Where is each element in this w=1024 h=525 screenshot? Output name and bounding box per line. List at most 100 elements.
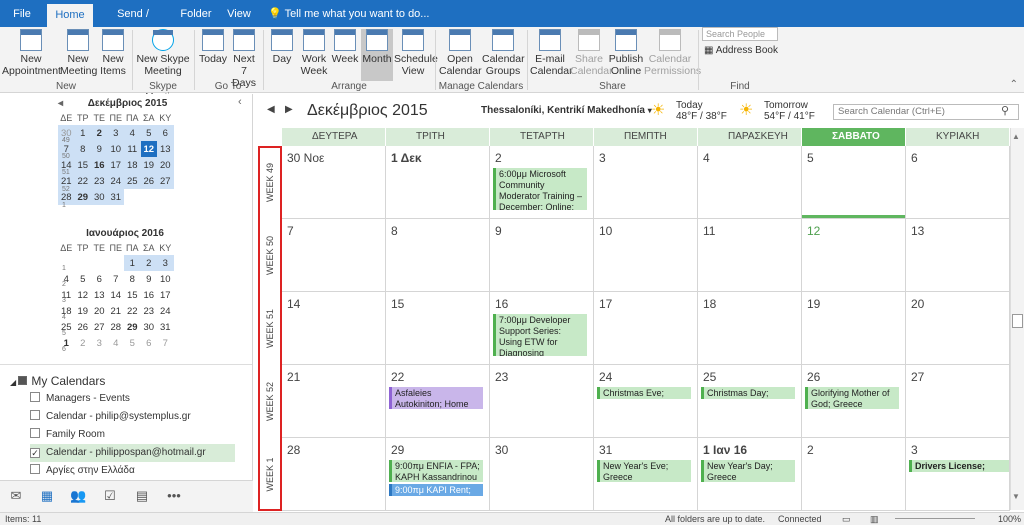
calendar-event[interactable]: Christmas Eve; Greece bbox=[597, 387, 691, 399]
search-people-input[interactable]: Search People bbox=[702, 27, 778, 41]
new-appointment-button[interactable]: New Appointment bbox=[2, 29, 61, 81]
day-cell[interactable]: 28 bbox=[282, 438, 386, 511]
work-week-view-button[interactable]: Work Week bbox=[298, 29, 330, 81]
zoom-slider[interactable] bbox=[895, 518, 975, 519]
normal-view-icon[interactable]: ▭ bbox=[842, 513, 851, 525]
calendar-event[interactable]: Christmas Day; Greece bbox=[701, 387, 795, 399]
day-cell[interactable]: 15 bbox=[386, 292, 490, 365]
month-view-button[interactable]: Month bbox=[361, 29, 393, 81]
schedule-view-button[interactable]: Schedule View bbox=[394, 29, 438, 81]
day-cell[interactable]: 20 bbox=[906, 292, 1010, 365]
weather-location[interactable]: Thessaloníki, Kentrikí Makedhonía ▾ bbox=[481, 105, 652, 116]
calendar-event[interactable]: 7:00μμ Developer Support Series: Using E… bbox=[493, 314, 587, 356]
new-meeting-button[interactable]: New Meeting bbox=[60, 29, 97, 81]
checkbox-icon[interactable] bbox=[30, 428, 40, 438]
folder-item[interactable]: Managers - Events bbox=[30, 390, 235, 408]
folder-item-selected[interactable]: ✓ Calendar - philippospan@hotmail.gr bbox=[30, 444, 235, 462]
calendar-event[interactable]: 9:00πμ ENFIA - FPA; ΚΑΡΗ Kassandrinou bbox=[389, 460, 483, 482]
day-cell[interactable]: 19 bbox=[802, 292, 906, 365]
week-view-button[interactable]: Week bbox=[331, 29, 359, 81]
day-cell[interactable]: 24 bbox=[594, 365, 698, 438]
calendar-event[interactable]: 6:00μμ Microsoft Community Moderator Tra… bbox=[493, 168, 587, 210]
day-cell[interactable]: 13 bbox=[906, 219, 1010, 292]
day-cell[interactable]: 1 Δεκ bbox=[386, 146, 490, 219]
people-icon[interactable]: 👥 bbox=[70, 489, 86, 503]
calendar-event[interactable]: New Year's Day; Greece bbox=[701, 460, 795, 482]
tab-home[interactable]: Home bbox=[47, 4, 93, 27]
calendar-icon[interactable]: ▦ bbox=[39, 489, 55, 503]
checked-checkbox-icon[interactable]: ✓ bbox=[30, 448, 40, 458]
folder-item[interactable]: Family Room bbox=[30, 426, 235, 444]
day-cell[interactable]: 8 bbox=[386, 219, 490, 292]
tasks-icon[interactable]: ☑ bbox=[102, 489, 118, 503]
calendar-groups-button[interactable]: Calendar Groups bbox=[482, 29, 525, 81]
day-cell[interactable]: 23 bbox=[490, 365, 594, 438]
share-calendar-button[interactable]: Share Calendar bbox=[570, 29, 613, 81]
mail-icon[interactable]: ✉ bbox=[8, 489, 24, 503]
day-cell[interactable]: 18 bbox=[698, 292, 802, 365]
day-cell[interactable]: 21 bbox=[282, 365, 386, 438]
vertical-scrollbar[interactable]: ▲ ▼ bbox=[1010, 128, 1024, 510]
notes-icon[interactable]: ▤ bbox=[134, 489, 150, 503]
next-month-icon[interactable]: ▶ bbox=[285, 104, 293, 115]
search-calendar-input[interactable]: Search Calendar (Ctrl+E) bbox=[833, 104, 1019, 120]
new-skype-meeting-button[interactable]: New Skype Meeting bbox=[136, 29, 190, 81]
day-cell[interactable]: 27 bbox=[906, 365, 1010, 438]
calendar-event[interactable]: New Year's Eve; Greece bbox=[597, 460, 691, 482]
day-cell[interactable]: 14 bbox=[282, 292, 386, 365]
my-calendars-header[interactable]: ◢ My Calendars bbox=[10, 374, 105, 388]
day-cell[interactable]: 7 bbox=[282, 219, 386, 292]
day-cell[interactable]: 11 bbox=[698, 219, 802, 292]
day-cell[interactable]: 3 bbox=[906, 438, 1010, 511]
calendar-event[interactable]: Drivers License; Hom bbox=[909, 460, 1009, 472]
more-icon[interactable]: ••• bbox=[166, 489, 182, 503]
tab-view[interactable]: View bbox=[224, 0, 254, 27]
week-label[interactable]: WEEK 49 bbox=[258, 146, 282, 219]
scroll-down-icon[interactable]: ▼ bbox=[1012, 492, 1020, 501]
tell-me-box[interactable]: 💡 Tell me what you want to do... bbox=[268, 0, 429, 27]
checkbox-icon[interactable] bbox=[30, 392, 40, 402]
day-cell[interactable]: 4 bbox=[698, 146, 802, 219]
calendar-permissions-button[interactable]: Calendar Permissions bbox=[644, 29, 701, 81]
email-calendar-button[interactable]: E-mail Calendar bbox=[530, 29, 573, 81]
calendar-event[interactable]: Glorifying Mother of God; Greece bbox=[805, 387, 899, 409]
publish-online-button[interactable]: Publish Online bbox=[608, 29, 644, 81]
calendar-event[interactable]: Asfaleies Autokiniton; Home bbox=[389, 387, 483, 409]
collapse-ribbon-icon[interactable]: ⌃ bbox=[1010, 79, 1018, 90]
day-cell[interactable]: 2 bbox=[802, 438, 906, 511]
tab-send-receive[interactable]: Send / Receive bbox=[96, 0, 170, 48]
next-7-days-button[interactable]: Next 7 Days bbox=[229, 29, 259, 89]
calendar-event[interactable]: 9:00πμ ΚΑΡΙ Rent; ΚΕ... bbox=[389, 484, 483, 496]
new-items-button[interactable]: New Items bbox=[96, 29, 130, 81]
checkbox-icon[interactable] bbox=[30, 410, 40, 420]
week-label[interactable]: WEEK 50 bbox=[258, 219, 282, 292]
day-cell[interactable]: 17 bbox=[594, 292, 698, 365]
tab-folder[interactable]: Folder bbox=[176, 0, 216, 27]
day-cell[interactable]: 30 bbox=[490, 438, 594, 511]
prev-month-icon[interactable]: ◀ bbox=[267, 104, 275, 115]
folder-item[interactable]: Calendar - philip@systemplus.gr bbox=[30, 408, 235, 426]
day-cell[interactable]: 3 bbox=[594, 146, 698, 219]
checkbox-icon[interactable] bbox=[30, 464, 40, 474]
prev-month-icon[interactable]: ◂ bbox=[58, 97, 63, 111]
week-label[interactable]: WEEK 51 bbox=[258, 292, 282, 365]
open-calendar-button[interactable]: Open Calendar bbox=[439, 29, 482, 81]
day-view-button[interactable]: Day bbox=[267, 29, 297, 81]
folder-item[interactable]: Αργίες στην Ελλάδα bbox=[30, 462, 235, 480]
day-cell[interactable]: 25 bbox=[698, 365, 802, 438]
scroll-up-icon[interactable]: ▲ bbox=[1012, 132, 1020, 141]
collapse-pane-icon[interactable]: ‹ bbox=[238, 96, 242, 108]
day-cell[interactable]: 9 bbox=[490, 219, 594, 292]
day-cell[interactable]: 30 Νοε bbox=[282, 146, 386, 219]
tab-file[interactable]: File bbox=[6, 0, 38, 27]
search-icon[interactable]: ⚲ bbox=[1001, 104, 1009, 117]
address-book-button[interactable]: ▦ Address Book bbox=[704, 45, 778, 56]
scroll-thumb[interactable] bbox=[1012, 314, 1023, 328]
today-button[interactable]: Today bbox=[198, 29, 228, 81]
reading-view-icon[interactable]: ▥ bbox=[870, 513, 879, 525]
day-cell[interactable]: 6 bbox=[906, 146, 1010, 219]
week-label[interactable]: WEEK 52 bbox=[258, 365, 282, 438]
day-cell[interactable]: 10 bbox=[594, 219, 698, 292]
week-label[interactable]: WEEK 1 bbox=[258, 438, 282, 511]
day-cell[interactable]: 12 bbox=[802, 219, 906, 292]
